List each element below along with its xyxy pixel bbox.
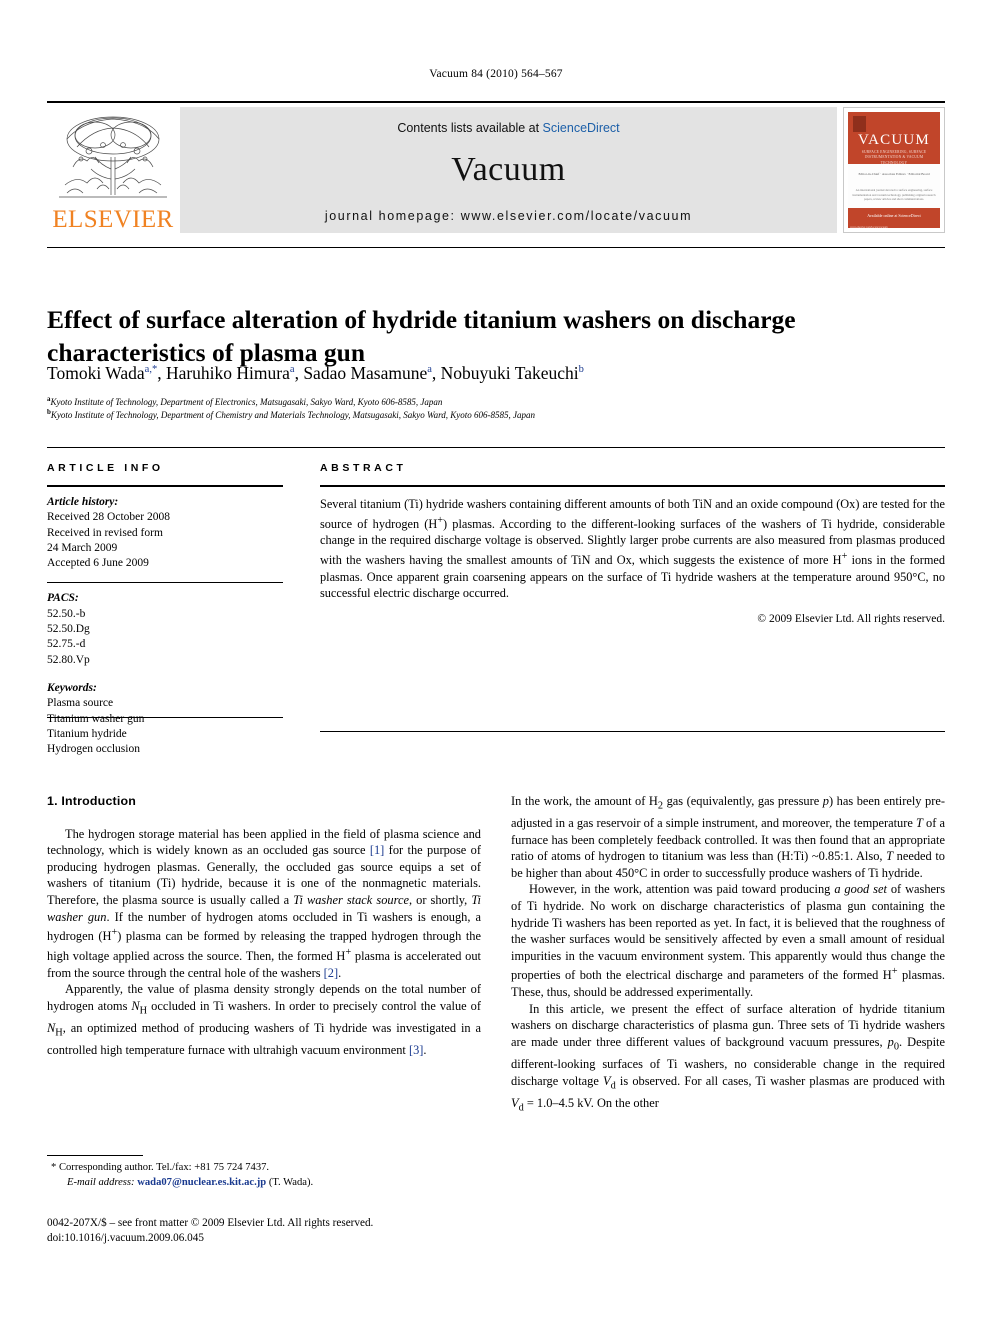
- body-column-left: 1. Introduction The hydrogen storage mat…: [47, 793, 481, 1059]
- history-line-4: Accepted 6 June 2009: [47, 557, 149, 570]
- article-history-block: Article history: Received 28 October 200…: [47, 495, 283, 571]
- citation-2[interactable]: [2]: [324, 966, 338, 980]
- keywords-block: Keywords: Plasma source Titanium washer …: [47, 681, 283, 757]
- paragraph-intro-1: The hydrogen storage material has been a…: [47, 826, 481, 980]
- pacs-label: PACS:: [47, 592, 79, 605]
- article-info-panel: ARTICLE INFO Article history: Received 2…: [47, 462, 283, 757]
- pacs-item-4: 52.80.Vp: [47, 653, 90, 666]
- body-column-right: In the work, the amount of H2 gas (equiv…: [511, 793, 945, 1117]
- cover-footer-url: www.elsevier.com/locate/vacuum: [850, 226, 888, 229]
- info-top-rule: [47, 447, 945, 448]
- contents-prefix: Contents lists available at: [397, 121, 543, 135]
- author-2-marks: a: [289, 364, 295, 375]
- affiliation-b-text: Kyoto Institute of Technology, Departmen…: [50, 410, 536, 420]
- cover-sciencedirect-label: Available online at ScienceDirect: [867, 213, 921, 219]
- masthead-bottom-rule: [47, 247, 945, 248]
- history-line-2: Received in revised form: [47, 526, 163, 539]
- elsevier-wordmark: ELSEVIER: [52, 206, 174, 233]
- elsevier-tree-icon: [59, 116, 167, 198]
- footnote-divider-rule: [47, 1155, 143, 1156]
- abstract-heading: ABSTRACT: [320, 462, 407, 474]
- paragraph-intro-2: Apparently, the value of plasma density …: [47, 982, 481, 1057]
- abstract-panel: ABSTRACT Several titanium (Ti) hydride w…: [320, 462, 945, 625]
- keywords-label: Keywords:: [47, 681, 97, 694]
- author-2-name: Haruhiko Himura: [165, 362, 290, 383]
- email-link[interactable]: wada07@nuclear.es.kit.ac.jp: [137, 1177, 266, 1188]
- journal-cover-thumbnail[interactable]: VACUUM SURFACE ENGINEERING, SURFACE INST…: [843, 107, 945, 233]
- masthead-center-panel: Contents lists available at ScienceDirec…: [180, 107, 837, 233]
- article-info-heading: ARTICLE INFO: [47, 462, 164, 474]
- paragraph-right-3: In this article, we present the effect o…: [511, 1001, 945, 1114]
- running-head: Vacuum 84 (2010) 564–567: [429, 68, 563, 80]
- pacs-item-2: 52.50.Dg: [47, 623, 90, 636]
- author-1-marks: a,*: [144, 364, 158, 375]
- issn-copyright-line: 0042-207X/$ – see front matter © 2009 El…: [47, 1217, 374, 1229]
- history-line-3: 24 March 2009: [47, 541, 118, 554]
- citation-3[interactable]: [3]: [409, 1043, 423, 1057]
- cover-abstract-text: An international journal devoted to surf…: [852, 188, 936, 201]
- affiliation-b: bKyoto Institute of Technology, Departme…: [47, 406, 937, 422]
- history-line-1: Received 28 October 2008: [47, 511, 170, 524]
- email-suffix: (T. Wada).: [268, 1176, 314, 1188]
- page-footer: 0042-207X/$ – see front matter © 2009 El…: [47, 1216, 507, 1245]
- abstract-bottom-rule: [320, 731, 945, 732]
- corresponding-author-note: * Corresponding author. Tel./fax: +81 75…: [51, 1162, 270, 1173]
- journal-homepage-link[interactable]: journal homepage: www.elsevier.com/locat…: [180, 209, 837, 223]
- author-4-marks: b: [578, 364, 584, 375]
- article-history-label: Article history:: [47, 496, 119, 508]
- paragraph-right-2: However, in the work, attention was paid…: [511, 882, 946, 1000]
- article-info-bottom-rule: [47, 717, 283, 718]
- keyword-1: Plasma source: [47, 697, 114, 710]
- pacs-block: PACS: 52.50.-b 52.50.Dg 52.75.-d 52.80.V…: [47, 591, 283, 667]
- journal-article-page: Vacuum 84 (2010) 564–567 ELSEVIER Conten…: [0, 0, 992, 1323]
- pacs-item-3: 52.75.-d: [47, 638, 86, 651]
- citation-1[interactable]: [1]: [370, 843, 384, 857]
- author-1-name: Tomoki Wada: [47, 362, 145, 383]
- author-3-name: Sadao Masamune: [303, 362, 428, 383]
- keyword-2: Titanium washer gun: [47, 712, 145, 725]
- doi-line[interactable]: doi:10.1016/j.vacuum.2009.06.045: [47, 1231, 507, 1246]
- pacs-item-1: 52.50.-b: [47, 607, 86, 620]
- paragraph-right-1: In the work, the amount of H2 gas (equiv…: [511, 794, 945, 880]
- author-list: Tomoki Wadaa,*, Haruhiko Himuraa, Sadao …: [47, 362, 584, 383]
- keywords-spacer: [47, 668, 283, 681]
- abstract-text: Several titanium (Ti) hydride washers co…: [320, 496, 945, 602]
- sciencedirect-link[interactable]: ScienceDirect: [543, 121, 620, 135]
- author-3-marks: a: [427, 364, 432, 375]
- keyword-3: Titanium hydride: [47, 727, 127, 740]
- elsevier-logo: ELSEVIER: [47, 107, 180, 233]
- author-4-name: Nobuyuki Takeuchi: [440, 362, 579, 383]
- cover-elsevier-mark-icon: [853, 116, 866, 132]
- abstract-rule: [320, 485, 945, 487]
- keyword-4: Hydrogen occlusion: [47, 743, 140, 756]
- abstract-copyright: © 2009 Elsevier Ltd. All rights reserved…: [757, 612, 945, 625]
- cover-journal-title: VACUUM: [858, 132, 930, 148]
- email-label: E-mail address:: [67, 1176, 135, 1188]
- footnote-block: * Corresponding author. Tel./fax: +81 75…: [47, 1161, 467, 1190]
- journal-title: Vacuum: [451, 151, 566, 188]
- journal-masthead: ELSEVIER Contents lists available at Sci…: [47, 101, 945, 233]
- email-note: E-mail address: wada07@nuclear.es.kit.ac…: [47, 1176, 467, 1191]
- article-info-rule: [47, 485, 283, 487]
- pacs-divider-rule: [47, 582, 283, 584]
- cover-editors: Editor-in-Chief · Associate Editors · Ed…: [858, 172, 930, 176]
- section-heading-introduction: 1. Introduction: [47, 794, 137, 808]
- contents-available-line: Contents lists available at ScienceDirec…: [180, 121, 837, 135]
